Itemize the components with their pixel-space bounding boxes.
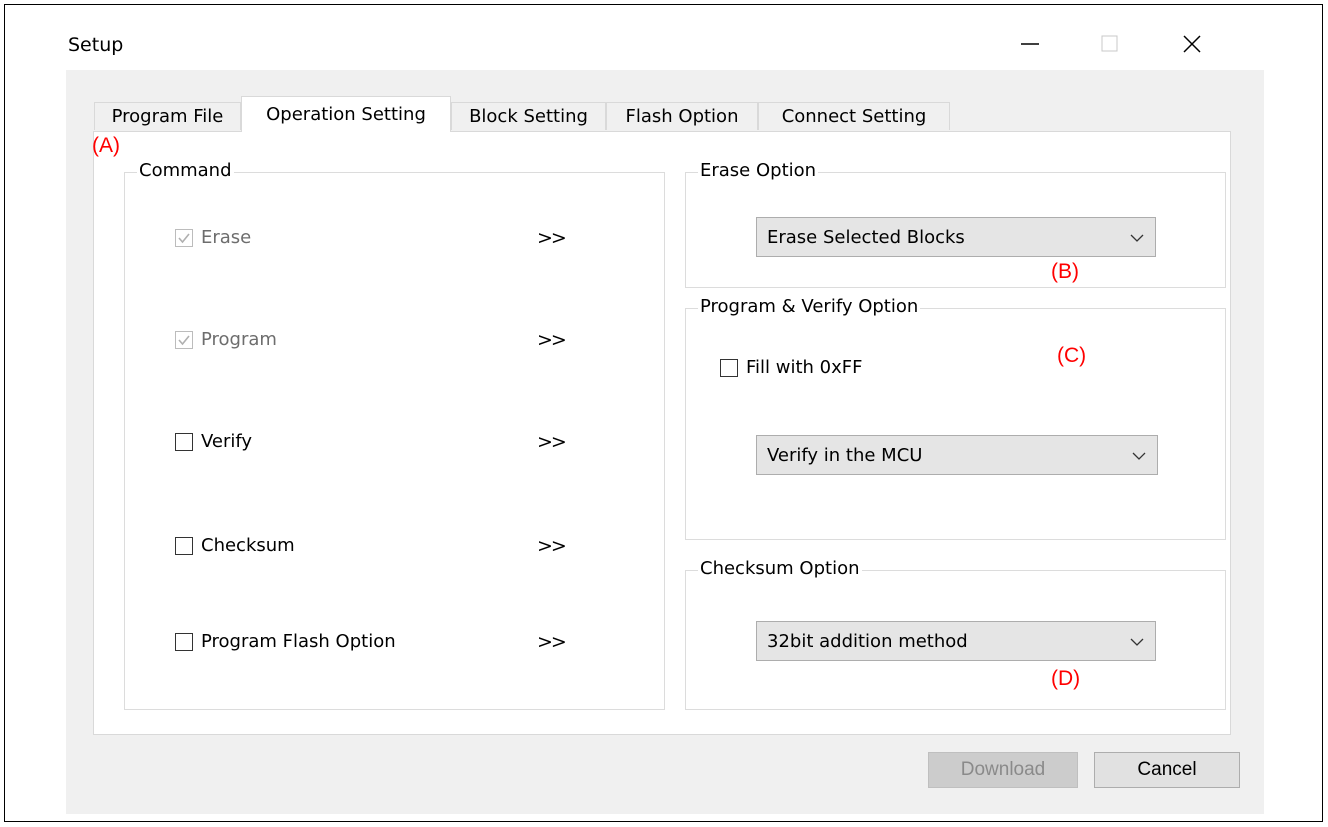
- chevron-down-icon: [1130, 234, 1144, 242]
- maximize-icon: [1101, 35, 1118, 52]
- verify-detail-arrow[interactable]: >>: [537, 431, 567, 453]
- setup-window: Setup Program File Operation Setting Blo…: [66, 18, 1264, 814]
- verify-label: Verify: [201, 431, 253, 452]
- cancel-button[interactable]: Cancel: [1094, 752, 1240, 788]
- tab-label: Connect Setting: [781, 106, 927, 127]
- checksum-method-value: 32bit addition method: [767, 630, 968, 652]
- checksum-method-select[interactable]: 32bit addition method: [756, 621, 1156, 661]
- program-verify-option-label: Program & Verify Option: [698, 296, 921, 317]
- marker-d: (D): [1051, 667, 1081, 690]
- window-title: Setup: [68, 34, 124, 56]
- tab-label: Program File: [111, 106, 224, 127]
- erase-label: Erase: [201, 227, 252, 248]
- checksum-checkbox-row[interactable]: Checksum: [175, 535, 295, 556]
- tab-flash-option[interactable]: Flash Option: [606, 102, 758, 130]
- tab-program-file[interactable]: Program File: [94, 102, 241, 130]
- checksum-detail-arrow[interactable]: >>: [537, 535, 567, 557]
- program-flash-option-detail-arrow[interactable]: >>: [537, 631, 567, 653]
- tab-label: Flash Option: [625, 106, 739, 127]
- program-flash-option-checkbox-row[interactable]: Program Flash Option: [175, 631, 396, 652]
- minimize-button[interactable]: [1002, 18, 1058, 70]
- erase-option-value: Erase Selected Blocks: [767, 226, 965, 248]
- marker-b: (B): [1051, 260, 1079, 283]
- checkmark-icon: [178, 232, 190, 243]
- checkmark-icon: [178, 334, 190, 345]
- program-detail-arrow[interactable]: >>: [537, 329, 567, 351]
- erase-checkbox-row[interactable]: Erase: [175, 227, 251, 248]
- program-flash-option-label: Program Flash Option: [201, 631, 396, 652]
- close-icon: [1183, 35, 1201, 53]
- fill-with-0xff-label: Fill with 0xFF: [746, 357, 863, 378]
- maximize-button[interactable]: [1082, 18, 1138, 70]
- checksum-option-group: Checksum Option 32bit addition method (D…: [685, 558, 1226, 710]
- program-verify-option-group: Program & Verify Option Fill with 0xFF (…: [685, 296, 1226, 540]
- checksum-checkbox[interactable]: [175, 536, 193, 555]
- fill-with-0xff-checkbox[interactable]: [720, 358, 738, 377]
- verify-checkbox[interactable]: [175, 432, 193, 451]
- erase-option-label: Erase Option: [698, 160, 819, 181]
- tab-panel: (A) Command Erase >> Program >> Verify >…: [92, 131, 1231, 735]
- erase-detail-arrow[interactable]: >>: [537, 227, 567, 249]
- tab-label: Operation Setting: [266, 104, 426, 125]
- checksum-option-label: Checksum Option: [698, 558, 862, 579]
- tab-label: Block Setting: [469, 106, 588, 127]
- download-button[interactable]: Download: [928, 752, 1078, 788]
- fill-with-0xff-row[interactable]: Fill with 0xFF: [720, 357, 863, 378]
- title-bar: Setup: [66, 18, 1264, 70]
- program-checkbox[interactable]: [175, 330, 193, 349]
- checksum-label: Checksum: [201, 535, 295, 556]
- marker-a: (A): [92, 134, 120, 157]
- marker-c: (C): [1057, 344, 1087, 367]
- program-flash-option-checkbox[interactable]: [175, 632, 193, 651]
- program-label: Program: [201, 329, 277, 350]
- tab-operation-setting[interactable]: Operation Setting: [241, 96, 451, 132]
- erase-checkbox[interactable]: [175, 228, 193, 247]
- chevron-down-icon: [1132, 452, 1146, 460]
- command-group: Command Erase >> Program >> Verify >> Ch…: [124, 160, 665, 710]
- command-group-label: Command: [137, 160, 234, 181]
- chevron-down-icon: [1130, 638, 1144, 646]
- verify-method-select[interactable]: Verify in the MCU: [756, 435, 1158, 475]
- minimize-icon: [1021, 43, 1039, 45]
- erase-option-select[interactable]: Erase Selected Blocks: [756, 217, 1156, 257]
- erase-option-group: Erase Option Erase Selected Blocks (B): [685, 160, 1226, 288]
- close-button[interactable]: [1164, 18, 1220, 70]
- tab-block-setting[interactable]: Block Setting: [451, 102, 606, 130]
- verify-checkbox-row[interactable]: Verify: [175, 431, 252, 452]
- tab-connect-setting[interactable]: Connect Setting: [758, 102, 950, 130]
- verify-method-value: Verify in the MCU: [767, 444, 923, 466]
- program-checkbox-row[interactable]: Program: [175, 329, 277, 350]
